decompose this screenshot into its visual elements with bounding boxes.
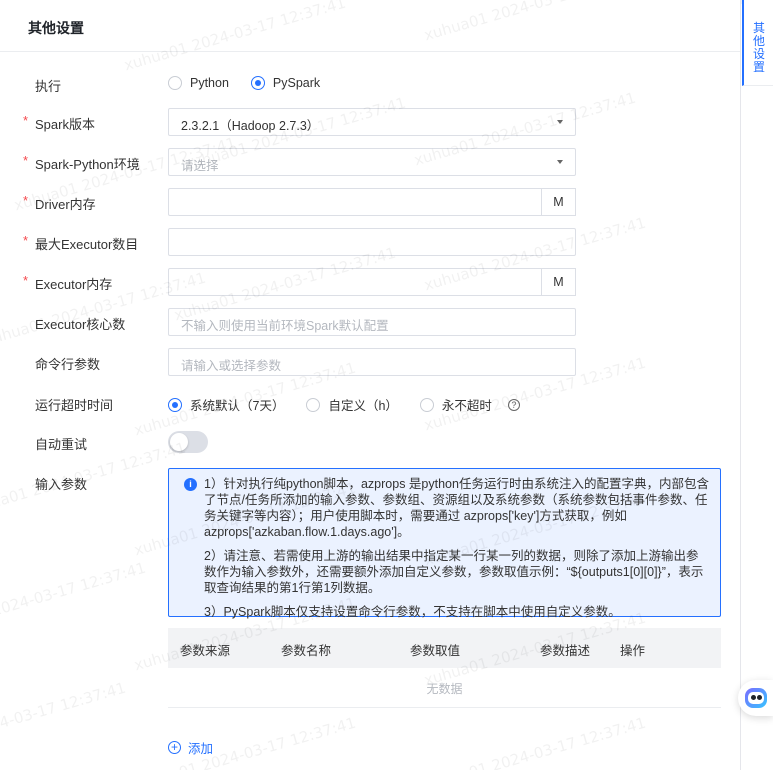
info-icon: i xyxy=(184,478,197,491)
driver-memory-row: * Driver内存 M xyxy=(0,188,741,216)
robot-eye xyxy=(751,695,756,700)
max-executor-row: * 最大Executor数目 xyxy=(0,228,741,256)
timeout-label: 运行超时时间 xyxy=(35,398,114,413)
auto-retry-label: 自动重试 xyxy=(35,437,88,452)
table-empty-text: 无数据 xyxy=(426,682,463,696)
timeout-option-custom[interactable]: 自定义（h） xyxy=(306,395,398,414)
executor-cores-input[interactable]: 不输入则使用当前环境Spark默认配置 xyxy=(168,308,576,336)
executor-memory-unit: M xyxy=(541,268,576,296)
column-header-name: 参数名称 xyxy=(281,644,332,658)
panel-header: 其他设置 xyxy=(0,0,740,52)
spark-version-select[interactable]: 2.3.2.1（Hadoop 2.7.3） xyxy=(168,108,576,136)
max-executor-input[interactable] xyxy=(168,228,576,256)
notice-paragraph-3: 3）PySpark脚本仅支持设置命令行参数，不支持在脚本中使用自定义参数。 xyxy=(204,605,621,619)
table-header: 参数来源 参数名称 参数取值 参数描述 操作 xyxy=(168,628,721,668)
side-anchor-nav: 其他设置 xyxy=(742,0,773,770)
radio-label: PySpark xyxy=(272,76,321,90)
required-mark: * xyxy=(23,193,29,208)
add-param-button[interactable]: + 添加 xyxy=(168,738,213,757)
robot-icon xyxy=(745,688,767,708)
other-settings-panel: 其他设置 执行 Python PySpark * Spark版本 2.3.2.1… xyxy=(0,0,741,770)
column-header-value: 参数取值 xyxy=(410,644,461,658)
executor-memory-input[interactable] xyxy=(168,268,542,296)
radio-label: 永不超时 xyxy=(441,399,492,413)
input-params-notice: i 1）针对执行纯python脚本，azprops 是python任务运行时由系… xyxy=(168,468,721,619)
radio-selected-icon[interactable] xyxy=(250,76,265,90)
execute-label: 执行 xyxy=(35,79,62,94)
cli-params-label: 命令行参数 xyxy=(35,357,101,372)
radio-icon[interactable] xyxy=(419,397,434,412)
executor-cores-placeholder: 不输入则使用当前环境Spark默认配置 xyxy=(181,319,389,333)
add-circle-icon: + xyxy=(168,741,181,754)
driver-memory-unit: M xyxy=(541,188,576,216)
radio-icon[interactable] xyxy=(306,397,321,412)
executor-cores-label: Executor核心数 xyxy=(35,317,126,332)
notice-paragraph-1: 1）针对执行纯python脚本，azprops 是python任务运行时由系统注… xyxy=(204,477,709,539)
spark-version-value: 2.3.2.1（Hadoop 2.7.3） xyxy=(181,119,320,133)
required-mark: * xyxy=(23,113,29,128)
spark-python-env-row: * Spark-Python环境 请选择 xyxy=(0,148,741,176)
radio-label: Python xyxy=(190,76,229,90)
spark-python-env-label: Spark-Python环境 xyxy=(35,157,140,172)
spark-version-row: * Spark版本 2.3.2.1（Hadoop 2.7.3） xyxy=(0,108,741,136)
timeout-option-default[interactable]: 系统默认（7天） xyxy=(168,395,284,414)
timeout-radio-group: 系统默认（7天） 自定义（h） 永不超时 ? xyxy=(168,395,520,414)
side-tab-label: 其他设置 xyxy=(753,21,766,74)
column-header-description: 参数描述 xyxy=(540,644,591,658)
radio-label: 自定义（h） xyxy=(328,399,398,413)
radio-icon[interactable] xyxy=(168,76,182,90)
driver-memory-label: Driver内存 xyxy=(35,197,96,212)
execute-row: 执行 Python PySpark xyxy=(0,70,741,98)
robot-eye xyxy=(757,695,762,700)
assistant-bot-button[interactable] xyxy=(738,680,773,716)
radio-selected-icon[interactable] xyxy=(168,397,182,412)
notice-paragraph-2: 2）请注意、若需使用上游的输出结果中指定某一行某一列的数据，则除了添加上游输出参… xyxy=(204,549,704,595)
radio-label: 系统默认（7天） xyxy=(190,399,285,413)
input-params-label: 输入参数 xyxy=(35,477,88,492)
timeout-option-never[interactable]: 永不超时 xyxy=(419,395,492,414)
max-executor-label: 最大Executor数目 xyxy=(35,237,139,252)
column-header-source: 参数来源 xyxy=(180,644,231,658)
params-table: 参数来源 参数名称 参数取值 参数描述 操作 无数据 xyxy=(168,628,721,708)
execute-option-pyspark[interactable]: PySpark xyxy=(250,76,321,90)
auto-retry-row: 自动重试 xyxy=(0,428,741,456)
caret-down-icon xyxy=(557,160,563,164)
driver-memory-input[interactable] xyxy=(168,188,542,216)
required-mark: * xyxy=(23,233,29,248)
executor-memory-row: * Executor内存 M xyxy=(0,268,741,296)
panel-title: 其他设置 xyxy=(28,20,84,36)
required-mark: * xyxy=(23,153,29,168)
spark-python-env-placeholder: 请选择 xyxy=(181,159,219,173)
auto-retry-switch[interactable] xyxy=(168,431,208,453)
table-body: 无数据 xyxy=(168,668,721,708)
timeout-row: 运行超时时间 系统默认（7天） 自定义（h） 永不超时 ? xyxy=(0,389,741,417)
help-icon[interactable]: ? xyxy=(507,398,520,411)
column-header-action: 操作 xyxy=(620,644,646,658)
required-mark: * xyxy=(23,273,29,288)
side-tab-other-settings[interactable]: 其他设置 xyxy=(742,0,773,86)
execute-radio-group: Python PySpark xyxy=(168,76,342,90)
caret-down-icon xyxy=(557,120,563,124)
execute-option-python[interactable]: Python xyxy=(168,76,229,90)
spark-python-env-select[interactable]: 请选择 xyxy=(168,148,576,176)
cli-params-placeholder: 请输入或选择参数 xyxy=(181,359,282,373)
executor-memory-label: Executor内存 xyxy=(35,277,113,292)
spark-version-label: Spark版本 xyxy=(35,117,95,132)
cli-params-input[interactable]: 请输入或选择参数 xyxy=(168,348,576,376)
executor-cores-row: Executor核心数 不输入则使用当前环境Spark默认配置 xyxy=(0,308,741,336)
cli-params-row: 命令行参数 请输入或选择参数 xyxy=(0,348,741,376)
add-param-label: 添加 xyxy=(188,742,214,756)
switch-knob xyxy=(170,433,188,451)
